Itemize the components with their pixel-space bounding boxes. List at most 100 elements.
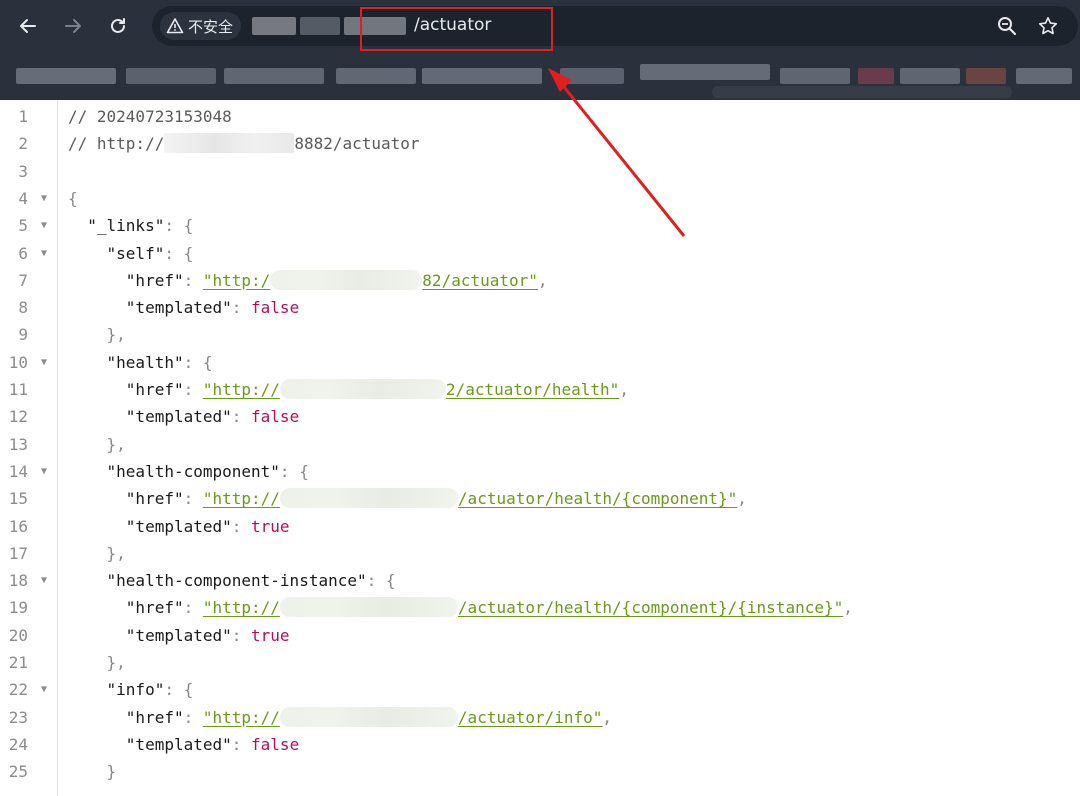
href-link[interactable]: "http:// 2/actuator/health": [203, 379, 619, 399]
zoom-button[interactable]: [995, 14, 1019, 38]
security-label: 不安全: [188, 17, 234, 36]
fold-toggle-icon[interactable]: ▼: [38, 212, 50, 239]
code-line: 2 // http:// 8882/actuator: [0, 130, 1080, 157]
json-colon: :: [164, 216, 184, 236]
code-line: 19 "href": "http:// /actuator/health/{com…: [0, 594, 1080, 621]
fold-toggle-icon[interactable]: ▼: [38, 458, 50, 485]
code-line: 1 // 20240723153048: [0, 103, 1080, 130]
json-key: "health": [106, 352, 184, 372]
link-text: "http://: [202, 707, 280, 727]
json-colon: :: [164, 243, 184, 263]
json-key: "href": [125, 707, 184, 727]
star-icon: [1038, 17, 1058, 35]
code-line: 13 },: [0, 431, 1080, 458]
arrow-right-icon: [65, 19, 81, 33]
line-number: 6: [18, 243, 28, 263]
code-content: "href": "http:// /actuator/info",: [68, 704, 612, 731]
href-link[interactable]: "http:// /actuator/health/{component}/{in…: [203, 597, 843, 618]
code-line: 9 },: [0, 321, 1080, 348]
json-colon: :: [164, 680, 184, 700]
json-colon: :: [231, 407, 252, 427]
json-key: "href": [125, 380, 184, 399]
link-text: /actuator/health/{component}": [457, 489, 738, 509]
json-viewer: 1 // 20240723153048 2 // http:// 8882/actuat…: [0, 100, 1080, 796]
fold-toggle-icon[interactable]: ▼: [38, 567, 50, 594]
json-key: "templated": [125, 516, 232, 536]
fold-toggle-icon[interactable]: ▼: [38, 240, 50, 267]
browser-toolbar: 不安全 /actuator: [0, 0, 1080, 100]
json-brace: {: [299, 461, 309, 481]
json-brace: },: [106, 325, 126, 345]
code-line: 8 "templated": false: [0, 294, 1080, 321]
reload-button[interactable]: [105, 13, 131, 39]
href-link[interactable]: "http:/ 82/actuator": [203, 269, 538, 290]
code-content: "health-component": {: [68, 458, 309, 485]
json-key: "templated": [125, 407, 232, 427]
redacted-host: [279, 706, 458, 727]
code-content: },: [68, 321, 126, 348]
bookmark-button[interactable]: [1036, 14, 1060, 38]
line-number: 9: [18, 325, 28, 345]
comment-text: 8882/actuator: [294, 134, 420, 154]
href-link[interactable]: "http:// /actuator/info": [202, 706, 602, 727]
json-brace: },: [106, 653, 126, 672]
reload-icon: [111, 18, 125, 33]
json-boolean: true: [251, 625, 290, 645]
code-content: "templated": true: [68, 622, 290, 649]
redacted-host: [164, 133, 295, 154]
json-key: "href": [125, 489, 184, 509]
json-key: "templated": [125, 298, 232, 318]
code-content: {: [68, 185, 78, 212]
link-text: "http://: [202, 489, 280, 509]
code-line: 4 ▼ {: [0, 185, 1080, 212]
json-key: "href": [125, 598, 184, 618]
code-content: "href": "http:// /actuator/health/{compon…: [68, 485, 747, 512]
json-colon: :: [231, 734, 252, 754]
code-content: "self": {: [68, 240, 194, 267]
fold-toggle-icon[interactable]: ▼: [38, 185, 50, 212]
code-content: },: [68, 431, 126, 458]
line-number: 24: [8, 734, 28, 754]
line-number: 18: [8, 571, 28, 591]
code-line: 7 "href": "http:/ 82/actuator",: [0, 267, 1080, 294]
json-comma: ,: [602, 707, 613, 727]
line-number: 2: [18, 134, 28, 154]
json-key: "self": [106, 243, 165, 263]
line-number: 11: [8, 380, 28, 399]
json-key: "health-component-instance": [106, 571, 367, 591]
code-line: 14 ▼ "health-component": {: [0, 458, 1080, 485]
code-line: 18 ▼ "health-component-instance": {: [0, 567, 1080, 594]
json-brace: {: [68, 188, 78, 208]
back-button[interactable]: [15, 13, 41, 39]
fold-toggle-icon[interactable]: ▼: [38, 349, 50, 376]
forward-button[interactable]: [60, 13, 86, 39]
code-line: 11 "href": "http:// 2/actuator/health",: [0, 376, 1080, 403]
href-link[interactable]: "http:// /actuator/health/{component}": [202, 488, 738, 509]
line-number: 15: [8, 489, 28, 509]
json-brace: {: [183, 680, 194, 700]
redacted-host: [279, 597, 458, 618]
code-line: 25 }: [0, 758, 1080, 785]
line-number: 25: [8, 762, 28, 782]
code-content: "templated": false: [68, 731, 299, 758]
redacted-host: [279, 379, 446, 399]
line-number: 1: [18, 107, 28, 126]
code-content: },: [68, 649, 126, 676]
code-line: 17 },: [0, 540, 1080, 567]
code-line: 22 ▼ "info": {: [0, 676, 1080, 703]
code-content: // http:// 8882/actuator: [68, 130, 420, 157]
fold-toggle-icon[interactable]: ▼: [38, 676, 50, 703]
code-content: "info": {: [68, 676, 194, 703]
line-number: 22: [8, 680, 28, 700]
line-number: 19: [8, 598, 28, 618]
code-line: 20 "templated": true: [0, 622, 1080, 649]
code-line: 16 "templated": true: [0, 513, 1080, 540]
json-brace: {: [183, 216, 194, 236]
security-indicator[interactable]: 不安全: [160, 12, 242, 40]
code-line: 15 "href": "http:// /actuator/health/{com…: [0, 485, 1080, 512]
bookmarks-bar: [0, 52, 1080, 100]
json-colon: :: [183, 380, 203, 399]
json-key: "templated": [125, 625, 232, 645]
json-colon: :: [183, 707, 203, 727]
address-bar[interactable]: 不安全 /actuator: [152, 6, 1078, 46]
